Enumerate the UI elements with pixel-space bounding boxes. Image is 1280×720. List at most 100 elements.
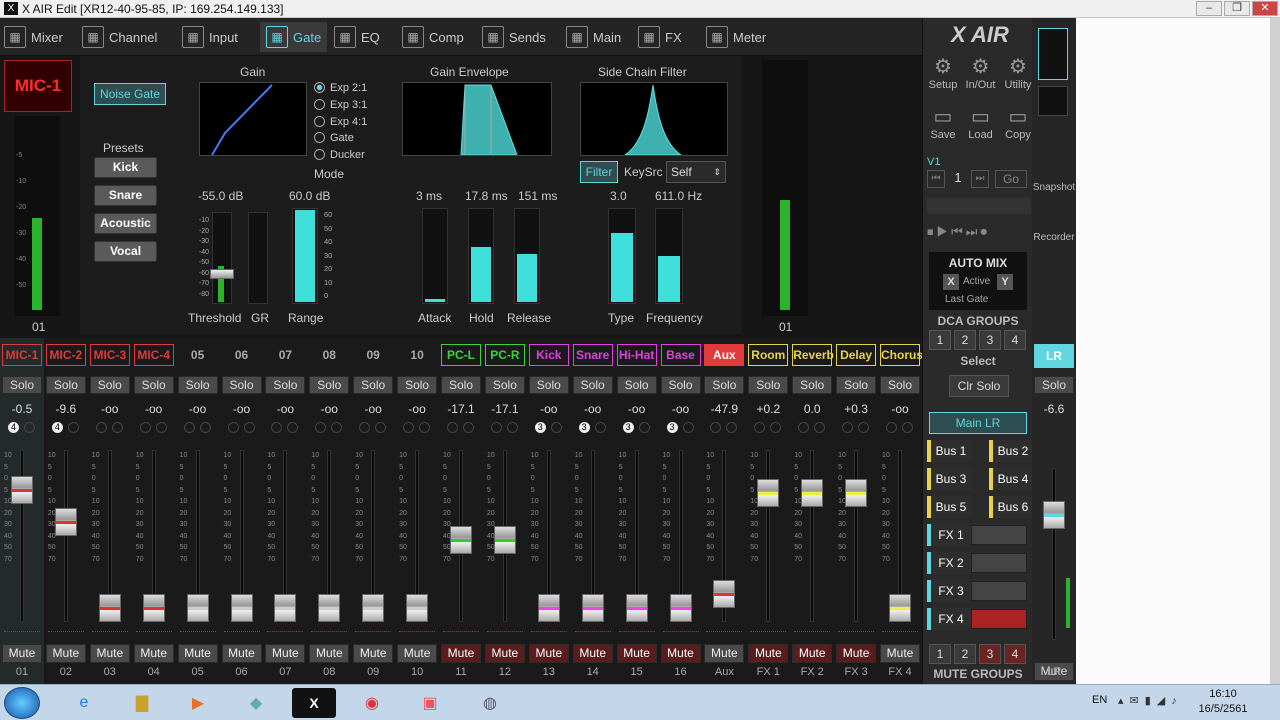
- tab-gate[interactable]: ▦ Gate: [260, 22, 328, 52]
- bus-5-button[interactable]: Bus 5: [927, 496, 971, 518]
- solo-button[interactable]: Solo: [133, 376, 174, 394]
- mode-option[interactable]: Gate: [314, 132, 354, 144]
- bus-1-button[interactable]: Bus 1: [927, 440, 971, 462]
- solo-button[interactable]: Solo: [265, 376, 306, 394]
- filter-button[interactable]: Filter: [580, 161, 618, 183]
- mute-button[interactable]: Mute: [45, 644, 86, 663]
- channel-name[interactable]: Chorus: [880, 344, 923, 366]
- tab-fx[interactable]: ▦ FX: [638, 22, 682, 52]
- snapshot-label[interactable]: Snapshot: [1026, 182, 1082, 193]
- minimize-button[interactable]: –: [1196, 1, 1222, 16]
- mute-group-3-button[interactable]: 3: [979, 644, 1001, 664]
- tab-meter[interactable]: ▦ Meter: [706, 22, 766, 52]
- channel-name[interactable]: Reverb: [792, 344, 834, 366]
- tab-sends[interactable]: ▦ Sends: [482, 22, 546, 52]
- noise-gate-button[interactable]: Noise Gate: [94, 83, 166, 105]
- channel-name[interactable]: Snare: [572, 344, 613, 366]
- fader-cap[interactable]: [713, 579, 736, 608]
- solo-button[interactable]: Solo: [616, 376, 657, 394]
- type-fader[interactable]: [608, 208, 636, 304]
- fader-cap[interactable]: [450, 526, 472, 555]
- in-out-button[interactable]: ⚙ In/Out: [963, 54, 999, 98]
- mute-button[interactable]: Mute: [660, 644, 701, 663]
- fader-cap[interactable]: [230, 594, 253, 622]
- fader-cap[interactable]: [54, 507, 77, 536]
- mute-button[interactable]: Mute: [704, 644, 745, 663]
- channel-name[interactable]: 09: [353, 344, 393, 366]
- solo-button[interactable]: Solo: [2, 376, 42, 394]
- channel-name[interactable]: MIC-4: [133, 344, 174, 366]
- maximize-button[interactable]: ❐: [1224, 1, 1250, 16]
- fader-cap[interactable]: [186, 594, 209, 622]
- media-player-icon[interactable]: ▶: [176, 688, 220, 718]
- automix-y-button[interactable]: Y: [997, 274, 1013, 290]
- channel-name[interactable]: Delay: [836, 344, 877, 366]
- fader-cap[interactable]: [142, 594, 165, 622]
- solo-button[interactable]: Solo: [353, 376, 394, 394]
- recorder-label[interactable]: Recorder: [1026, 232, 1082, 243]
- fader-cap[interactable]: [318, 594, 341, 622]
- mute-button[interactable]: Mute: [397, 644, 438, 663]
- save-button[interactable]: ▭ Save: [925, 104, 961, 148]
- channel-name[interactable]: PC-R: [484, 344, 525, 366]
- fader-cap[interactable]: [625, 594, 648, 622]
- mute-button[interactable]: Mute: [2, 644, 42, 663]
- threshold-fader[interactable]: [210, 212, 234, 304]
- channel-name[interactable]: 07: [265, 344, 305, 366]
- lr-solo-button[interactable]: Solo: [1034, 376, 1074, 394]
- bus-2-button[interactable]: Bus 2: [989, 440, 1033, 462]
- mute-button[interactable]: Mute: [221, 644, 262, 663]
- fader-cap[interactable]: [669, 594, 692, 622]
- tab-eq[interactable]: ▦ EQ: [334, 22, 380, 52]
- clear-solo-button[interactable]: Clr Solo: [949, 375, 1009, 397]
- mute-button[interactable]: Mute: [616, 644, 657, 663]
- mute-button[interactable]: Mute: [309, 644, 350, 663]
- channel-name[interactable]: Base: [660, 344, 701, 366]
- channel-name[interactable]: Hi-Hat: [616, 344, 657, 366]
- solo-button[interactable]: Solo: [45, 376, 86, 394]
- setup-button[interactable]: ⚙ Setup: [925, 54, 961, 98]
- fx-2-button[interactable]: FX 2: [927, 552, 971, 574]
- mute-button[interactable]: Mute: [572, 644, 613, 663]
- fader-cap[interactable]: [274, 594, 297, 622]
- tab-channel[interactable]: ▦ Channel: [82, 22, 157, 52]
- mute-button[interactable]: Mute: [528, 644, 569, 663]
- mute-group-1-button[interactable]: 1: [929, 644, 951, 664]
- channel-name[interactable]: MIC-2: [45, 344, 86, 366]
- solo-button[interactable]: Solo: [704, 376, 745, 394]
- solo-button[interactable]: Solo: [748, 376, 789, 394]
- tab-comp[interactable]: ▦ Comp: [402, 22, 464, 52]
- mute-button[interactable]: Mute: [133, 644, 174, 663]
- main-lr-button[interactable]: Main LR: [929, 412, 1027, 434]
- utility-button[interactable]: ⚙ Utility: [1000, 54, 1036, 98]
- ie-icon[interactable]: e: [62, 688, 106, 718]
- next-scene-icon[interactable]: ⏭: [971, 170, 989, 188]
- app-icon-1[interactable]: ◆: [234, 688, 278, 718]
- mute-group-2-button[interactable]: 2: [954, 644, 976, 664]
- fader-cap[interactable]: [889, 594, 911, 622]
- recorder-transport[interactable]: ⏹▶⏮⏭⏺: [927, 224, 990, 240]
- tab-mixer[interactable]: ▦ Mixer: [4, 22, 63, 52]
- mode-option[interactable]: Exp 4:1: [314, 115, 367, 128]
- preset-vocal-button[interactable]: Vocal: [94, 241, 157, 262]
- solo-button[interactable]: Solo: [572, 376, 613, 394]
- solo-button[interactable]: Solo: [441, 376, 481, 394]
- solo-button[interactable]: Solo: [309, 376, 350, 394]
- automix-x-button[interactable]: X: [943, 274, 959, 290]
- fx-4-button[interactable]: FX 4: [927, 608, 971, 630]
- mute-button[interactable]: Mute: [792, 644, 833, 663]
- frequency-fader[interactable]: [655, 208, 683, 304]
- prev-scene-icon[interactable]: ⏮: [927, 170, 945, 188]
- fader-cap[interactable]: [845, 478, 868, 507]
- mute-button[interactable]: Mute: [880, 644, 920, 663]
- solo-button[interactable]: Solo: [484, 376, 525, 394]
- hold-fader[interactable]: [468, 208, 494, 304]
- solo-button[interactable]: Solo: [89, 376, 130, 394]
- explorer-icon[interactable]: ▇: [120, 688, 164, 718]
- solo-button[interactable]: Solo: [836, 376, 877, 394]
- load-button[interactable]: ▭ Load: [963, 104, 999, 148]
- dca-2-button[interactable]: 2: [954, 330, 976, 350]
- close-button[interactable]: ✕: [1252, 1, 1278, 16]
- channel-name[interactable]: 06: [222, 344, 262, 366]
- mute-button[interactable]: Mute: [441, 644, 481, 663]
